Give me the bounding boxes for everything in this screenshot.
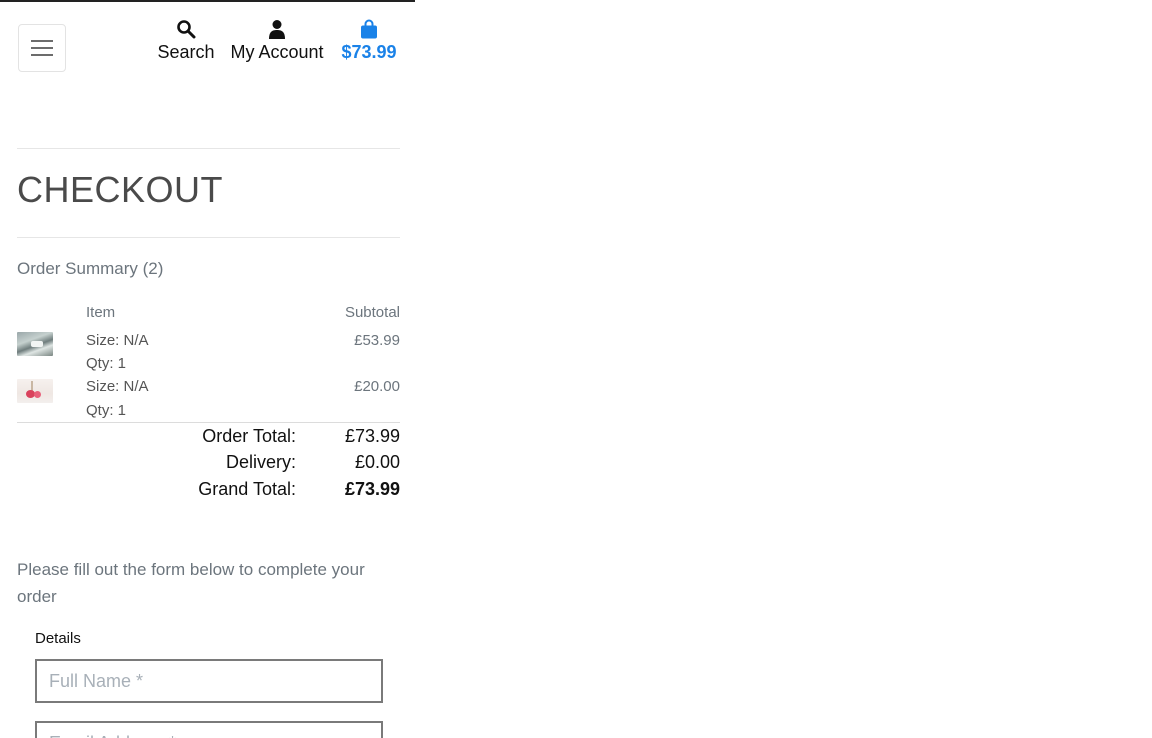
checkout-page: Search My Account $73.99 CHECKOUT Order … <box>0 0 415 738</box>
search-link[interactable]: Search <box>156 18 216 63</box>
grand-total-value: £73.99 <box>344 479 400 499</box>
search-label: Search <box>157 42 215 62</box>
item-qty: Qty: 1 <box>86 402 127 419</box>
product-thumbnail <box>17 379 53 403</box>
item-qty: Qty: 1 <box>86 355 127 372</box>
item-size: Size: N/A <box>86 378 149 395</box>
order-summary-title: Order Summary (2) <box>17 259 164 278</box>
item-price: £53.99 <box>354 332 400 349</box>
user-icon <box>228 18 326 40</box>
column-header-item: Item <box>86 304 116 321</box>
hamburger-icon <box>31 35 53 61</box>
column-header-subtotal: Subtotal <box>344 304 400 321</box>
shopping-bag-link[interactable]: $73.99 <box>338 18 400 63</box>
order-total-value: £73.99 <box>344 426 400 446</box>
my-account-link[interactable]: My Account <box>228 18 326 63</box>
shopping-bag-icon <box>338 18 400 40</box>
delivery-label: Delivery: <box>225 452 296 472</box>
full-name-input[interactable] <box>35 659 383 703</box>
menu-toggle-button[interactable] <box>18 24 66 72</box>
divider <box>17 422 400 423</box>
form-instructions: Please fill out the form below to comple… <box>17 560 365 606</box>
details-legend: Details <box>35 630 81 647</box>
item-size: Size: N/A <box>86 332 149 349</box>
top-navbar: Search My Account $73.99 <box>0 2 415 92</box>
product-thumbnail <box>17 332 53 356</box>
divider <box>17 148 400 149</box>
my-account-label: My Account <box>230 42 324 62</box>
order-total-label: Order Total: <box>202 426 296 446</box>
page-title: CHECKOUT <box>17 169 224 210</box>
bag-total: $73.99 <box>341 42 397 62</box>
divider <box>17 237 400 238</box>
search-icon <box>156 18 216 40</box>
grand-total-label: Grand Total: <box>198 479 296 499</box>
email-input[interactable] <box>35 721 383 738</box>
item-price: £20.00 <box>354 378 400 395</box>
delivery-value: £0.00 <box>354 452 400 472</box>
